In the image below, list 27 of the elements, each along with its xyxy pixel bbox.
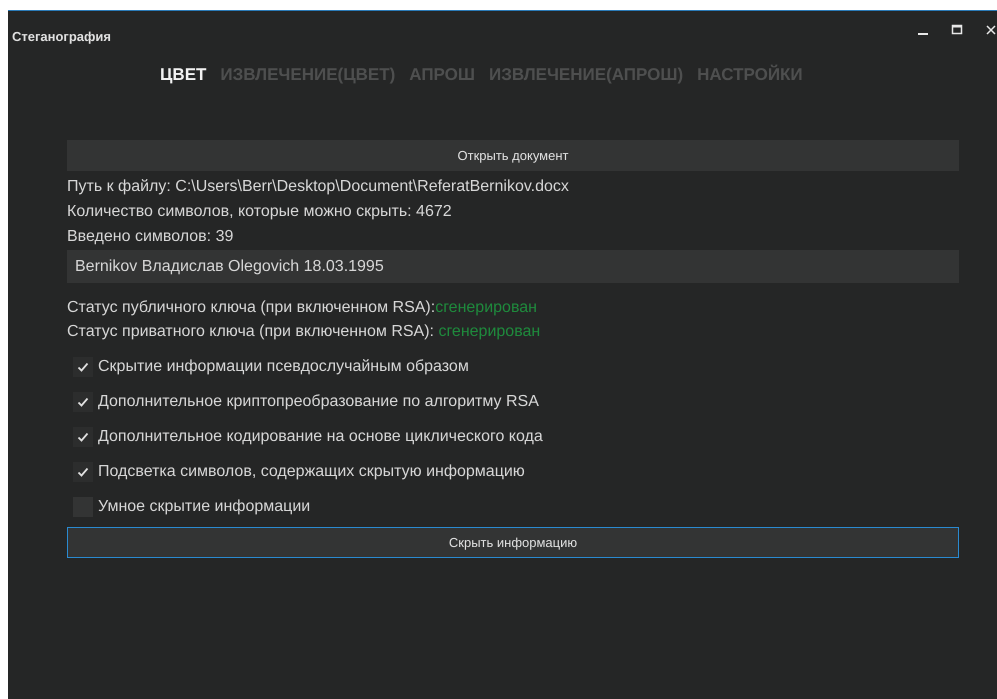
option-label[interactable]: Дополнительное кодирование на основе циклического кода	[98, 425, 543, 449]
key-status-label: Статус публичного ключа (при включенном RSA):	[67, 299, 436, 316]
info-text: Введено символов: 39	[67, 227, 234, 247]
info-text: Количество символов, которые можно скрыть: 4672	[67, 202, 453, 222]
checkbox[interactable]	[73, 462, 93, 482]
checkbox[interactable]	[73, 357, 93, 377]
check-icon	[76, 430, 90, 444]
maximize-icon[interactable]	[951, 24, 963, 36]
open-document-button[interactable]: Открыть документ	[67, 140, 959, 171]
check-icon	[76, 360, 90, 374]
key-status-label: Статус приватного ключа (при включенном RSA):	[67, 323, 435, 340]
key-status-value: сгенерирован	[435, 299, 537, 316]
option-label[interactable]: Умное скрытие информации	[98, 495, 310, 519]
close-icon[interactable]	[985, 24, 997, 36]
info-text: Путь к файлу: C:\Users\Berr\Desktop\Document\ReferatBernikov.docx	[67, 177, 570, 197]
option-label[interactable]: Дополнительное криптопреобразование по алгоритму RSA	[98, 390, 539, 414]
tab[interactable]: ЦВЕТ	[160, 65, 206, 121]
checkbox[interactable]	[73, 392, 93, 412]
window-title: Стеганография	[12, 28, 111, 44]
option-label[interactable]: Скрытие информации псевдослучайным образом	[98, 355, 469, 379]
check-icon	[76, 465, 90, 479]
check-icon	[76, 395, 90, 409]
message-input-field[interactable]: Bernikov Владислав Olegovich 18.03.1995	[67, 250, 959, 283]
checkbox[interactable]	[73, 427, 93, 447]
key-status-value: сгенерирован	[438, 323, 540, 340]
hide-information-button[interactable]: Скрыть информацию	[67, 527, 959, 558]
option-label[interactable]: Подсветка символов, содержащих скрытую информацию	[98, 460, 525, 484]
